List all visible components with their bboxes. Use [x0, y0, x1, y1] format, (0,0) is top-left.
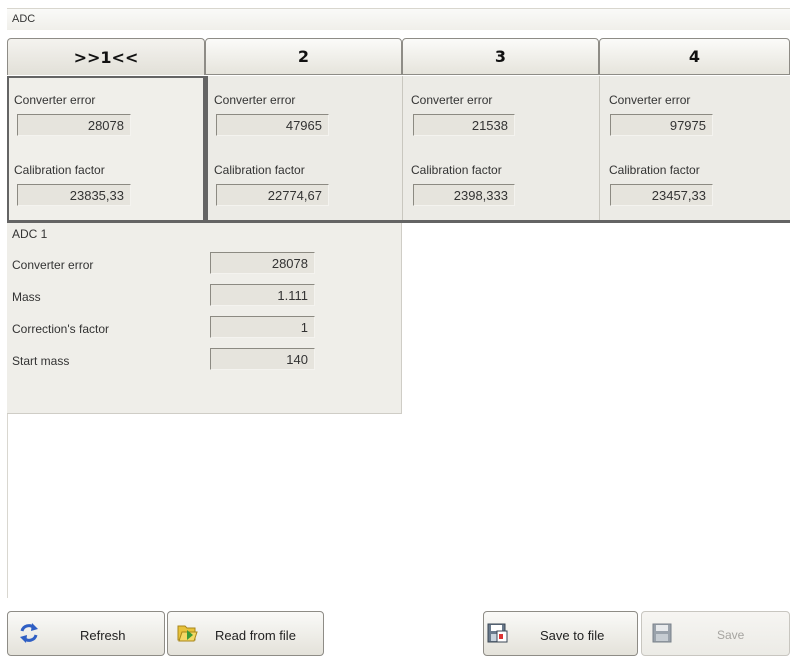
detail-title: ADC 1: [12, 227, 48, 241]
correction-factor-field: 1: [210, 316, 315, 338]
save-label: Save: [717, 628, 745, 642]
save-file-icon: [487, 623, 508, 643]
save-to-file-label: Save to file: [540, 628, 605, 643]
mass-field: 1.111: [210, 284, 315, 306]
detail-converter-error-label: Converter error: [12, 258, 94, 272]
start-mass-label: Start mass: [12, 354, 70, 368]
refresh-icon: [20, 623, 38, 643]
save-button[interactable]: Save: [641, 611, 790, 656]
start-mass-field: 140: [210, 348, 315, 370]
adc-detail-panel: ADC 1 Converter error 28078 Mass 1.111 C…: [7, 223, 402, 414]
tab-channel-1[interactable]: >>1<<: [7, 38, 205, 75]
tab-channel-2[interactable]: 2: [205, 38, 402, 75]
window-title: ADC: [12, 13, 36, 25]
tab-channel-4[interactable]: 4: [599, 38, 790, 75]
window-titlebar: ADC: [7, 8, 790, 30]
mass-label: Mass: [12, 290, 41, 304]
detail-converter-error-field: 28078: [210, 252, 315, 274]
correction-factor-label: Correction's factor: [12, 322, 109, 336]
channels-frame-border: [7, 76, 790, 223]
refresh-button[interactable]: Refresh: [7, 611, 165, 656]
floppy-disk-icon: [652, 623, 672, 643]
folder-open-icon: [177, 625, 198, 642]
refresh-label: Refresh: [80, 628, 126, 643]
tab-channel-3[interactable]: 3: [402, 38, 599, 75]
read-from-file-button[interactable]: Read from file: [167, 611, 324, 656]
read-from-file-label: Read from file: [215, 628, 296, 643]
save-to-file-button[interactable]: Save to file: [483, 611, 638, 656]
